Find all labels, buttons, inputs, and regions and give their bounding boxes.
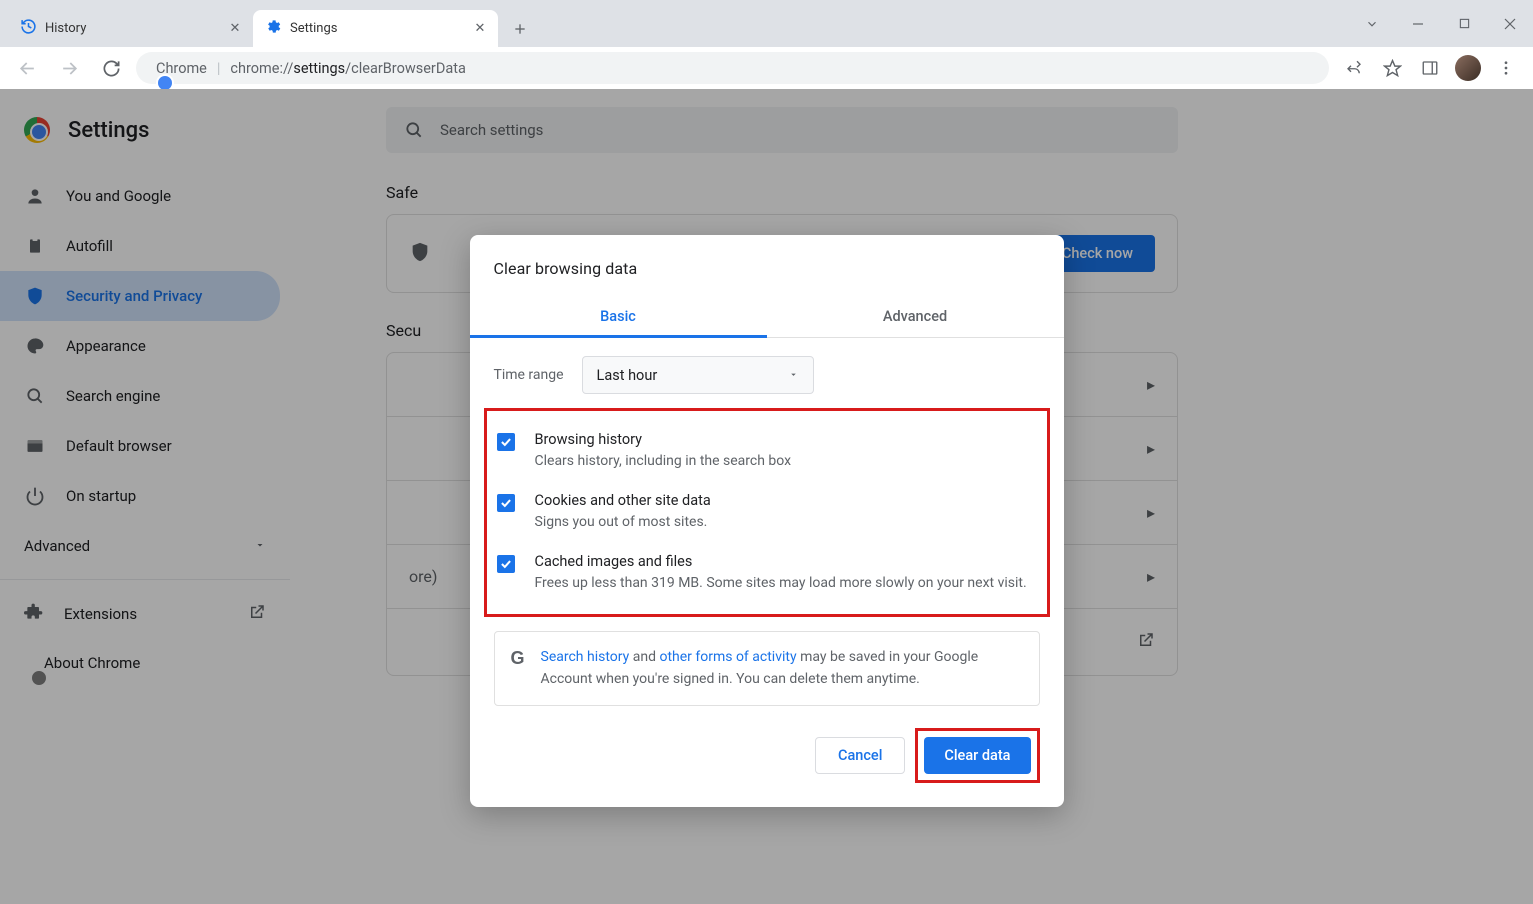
divider: | <box>217 60 221 77</box>
google-account-info: G Search history and other forms of acti… <box>494 631 1040 706</box>
profile-button[interactable] <box>1451 51 1485 85</box>
forward-button[interactable] <box>52 51 86 85</box>
dropdown-icon <box>788 367 799 384</box>
tab-settings[interactable]: Settings ✕ <box>253 10 498 47</box>
clear-browsing-data-dialog: Clear browsing data Basic Advanced Time … <box>470 235 1064 807</box>
checkbox-title: Browsing history <box>535 431 792 448</box>
other-activity-link[interactable]: other forms of activity <box>659 649 796 665</box>
highlight-box-checkboxes: Browsing history Clears history, includi… <box>484 408 1050 617</box>
titlebar: History ✕ Settings ✕ <box>0 0 1533 47</box>
checkbox-cached[interactable]: Cached images and files Frees up less th… <box>487 543 1047 604</box>
info-message: Search history and other forms of activi… <box>541 646 1023 691</box>
url-text: chrome://settings/clearBrowserData <box>230 60 465 77</box>
window-controls <box>1349 0 1533 47</box>
close-window-button[interactable] <box>1487 6 1533 42</box>
gear-icon <box>265 18 282 39</box>
site-chip: Chrome <box>150 60 207 77</box>
checkbox-title: Cookies and other site data <box>535 492 711 509</box>
tab-search-button[interactable] <box>1349 6 1395 42</box>
back-button[interactable] <box>10 51 44 85</box>
side-panel-button[interactable] <box>1413 51 1447 85</box>
avatar <box>1455 55 1481 81</box>
tab-history[interactable]: History ✕ <box>8 10 253 47</box>
share-button[interactable] <box>1337 51 1371 85</box>
cancel-button[interactable]: Cancel <box>815 737 905 774</box>
search-history-link[interactable]: Search history <box>541 649 630 665</box>
tab-label: Settings <box>290 21 337 36</box>
bookmark-button[interactable] <box>1375 51 1409 85</box>
reload-button[interactable] <box>94 51 128 85</box>
address-bar[interactable]: Chrome | chrome://settings/clearBrowserD… <box>136 52 1329 84</box>
tab-basic[interactable]: Basic <box>470 296 767 337</box>
clear-data-button[interactable]: Clear data <box>924 737 1030 774</box>
new-tab-button[interactable] <box>506 15 534 43</box>
google-g-icon: G <box>511 648 525 669</box>
checkbox-subtitle: Signs you out of most sites. <box>535 512 711 533</box>
browser-toolbar: Chrome | chrome://settings/clearBrowserD… <box>0 47 1533 89</box>
time-range-select[interactable]: Last hour <box>582 356 814 394</box>
close-icon[interactable]: ✕ <box>227 21 243 37</box>
checkbox-browsing-history[interactable]: Browsing history Clears history, includi… <box>487 421 1047 482</box>
highlight-box-clear-data: Clear data <box>915 728 1039 783</box>
time-range-label: Time range <box>494 367 564 383</box>
time-range-value: Last hour <box>597 367 658 384</box>
maximize-button[interactable] <box>1441 6 1487 42</box>
checkbox-checked-icon[interactable] <box>497 555 515 573</box>
dialog-title: Clear browsing data <box>470 259 1064 296</box>
checkbox-cookies[interactable]: Cookies and other site data Signs you ou… <box>487 482 1047 543</box>
tab-advanced[interactable]: Advanced <box>767 296 1064 337</box>
history-icon <box>20 18 37 39</box>
checkbox-checked-icon[interactable] <box>497 433 515 451</box>
close-icon[interactable]: ✕ <box>472 21 488 37</box>
chrome-menu-button[interactable] <box>1489 51 1523 85</box>
checkbox-title: Cached images and files <box>535 553 1027 570</box>
tab-label: History <box>45 21 86 36</box>
minimize-button[interactable] <box>1395 6 1441 42</box>
checkbox-checked-icon[interactable] <box>497 494 515 512</box>
dialog-tabs: Basic Advanced <box>470 296 1064 338</box>
checkbox-subtitle: Frees up less than 319 MB. Some sites ma… <box>535 573 1027 594</box>
checkbox-subtitle: Clears history, including in the search … <box>535 451 792 472</box>
